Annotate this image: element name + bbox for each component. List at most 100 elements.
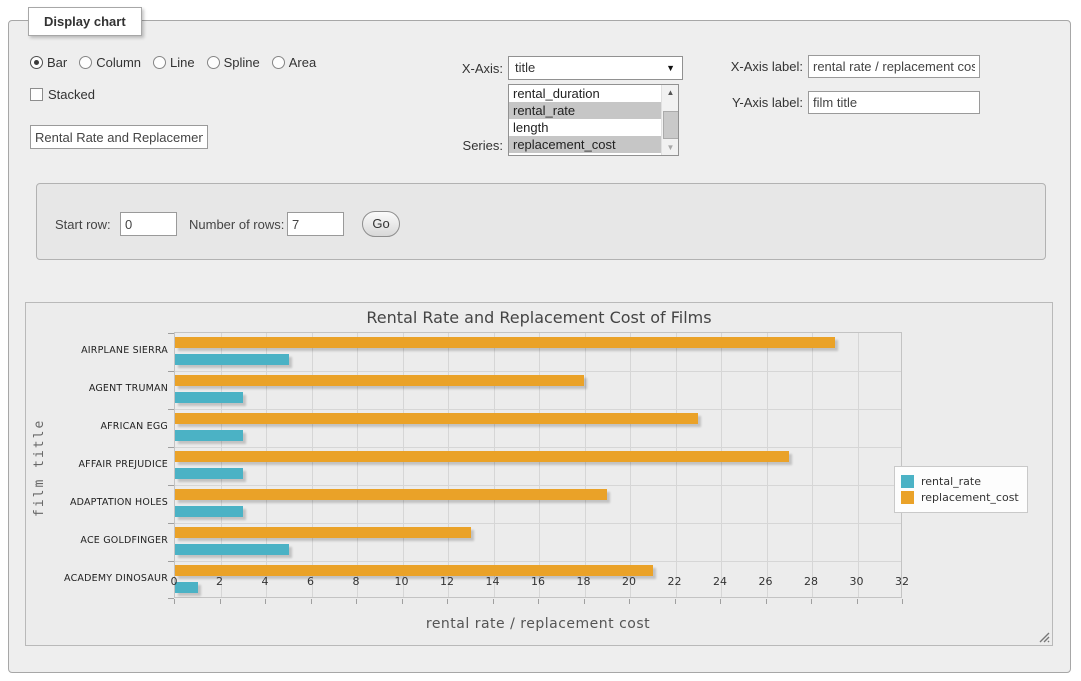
chart-title: Rental Rate and Replacement Cost of Film… (26, 308, 1052, 327)
gridline (175, 409, 901, 410)
y-tick-mark (168, 409, 174, 410)
x-axis-select-label: X-Axis: (425, 61, 503, 76)
legend-swatch-icon (901, 491, 914, 504)
scroll-up-icon[interactable]: ▲ (662, 85, 679, 100)
gridline (175, 561, 901, 562)
x-tick-mark (265, 599, 266, 604)
chart-title-input[interactable] (30, 125, 208, 149)
stacked-checkbox-row[interactable]: Stacked (30, 87, 95, 102)
x-tick-mark (220, 599, 221, 604)
gridline (630, 333, 631, 597)
panel-title: Display chart (28, 7, 142, 36)
radio-button-icon[interactable] (153, 56, 166, 69)
radio-line[interactable]: Line (153, 55, 195, 70)
x-tick-mark (811, 599, 812, 604)
y-tick-mark (168, 333, 174, 334)
gridline (767, 333, 768, 597)
x-tick-label: 22 (655, 575, 695, 588)
legend-swatch-icon (901, 475, 914, 488)
gridline (403, 333, 404, 597)
y-category-label: AFRICAN EGG (48, 421, 168, 432)
number-of-rows-label: Number of rows: (189, 217, 284, 232)
resize-grip[interactable] (1039, 632, 1050, 643)
bar-rental_rate (175, 392, 243, 403)
bar-replacement_cost (175, 413, 698, 424)
gridline (721, 333, 722, 597)
series-option-length[interactable]: length (509, 119, 661, 136)
x-tick-label: 32 (882, 575, 922, 588)
x-tick-label: 20 (609, 575, 649, 588)
x-tick-mark (857, 599, 858, 604)
x-axis-label-input[interactable] (808, 55, 980, 78)
x-tick-mark (902, 599, 903, 604)
bar-replacement_cost (175, 489, 607, 500)
y-category-label: AGENT TRUMAN (48, 383, 168, 394)
scrollbar-thumb[interactable] (663, 111, 679, 139)
series-list-label: Series: (425, 138, 503, 153)
x-tick-label: 4 (245, 575, 285, 588)
gridline (448, 333, 449, 597)
gridline (585, 333, 586, 597)
radio-label: Column (96, 55, 141, 70)
radio-label: Area (289, 55, 316, 70)
gridline (494, 333, 495, 597)
y-axis-label-input[interactable] (808, 91, 980, 114)
x-tick-label: 18 (564, 575, 604, 588)
plot-grid (174, 332, 902, 598)
gridline (676, 333, 677, 597)
gridline (312, 333, 313, 597)
gridline (175, 447, 901, 448)
y-tick-mark (168, 447, 174, 448)
series-multiselect[interactable]: rental_durationrental_ratelengthreplacem… (508, 84, 679, 156)
x-tick-mark (447, 599, 448, 604)
bar-replacement_cost (175, 527, 471, 538)
series-scrollbar[interactable]: ▲ ▼ (661, 85, 678, 155)
x-axis-select[interactable]: title ▼ (508, 56, 683, 80)
chart-legend: rental_ratereplacement_cost (894, 466, 1028, 513)
y-tick-mark (168, 485, 174, 486)
stacked-checkbox[interactable] (30, 88, 43, 101)
chevron-down-icon: ▼ (666, 64, 675, 73)
x-axis-label-caption: X-Axis label: (718, 59, 803, 74)
x-tick-mark (311, 599, 312, 604)
y-category-label: AIRPLANE SIERRA (48, 345, 168, 356)
x-tick-mark (584, 599, 585, 604)
y-category-label: ACADEMY DINOSAUR (48, 573, 168, 584)
series-option-rental_duration[interactable]: rental_duration (509, 85, 661, 102)
radio-spline[interactable]: Spline (207, 55, 260, 70)
gridline (175, 485, 901, 486)
radio-area[interactable]: Area (272, 55, 316, 70)
gridline (175, 523, 901, 524)
gridline (539, 333, 540, 597)
x-tick-mark (766, 599, 767, 604)
bar-replacement_cost (175, 451, 789, 462)
go-button[interactable]: Go (362, 211, 400, 237)
y-tick-mark (168, 523, 174, 524)
radio-label: Spline (224, 55, 260, 70)
series-option-replacement_cost[interactable]: replacement_cost (509, 136, 661, 153)
radio-button-icon[interactable] (272, 56, 285, 69)
radio-column[interactable]: Column (79, 55, 141, 70)
bar-rental_rate (175, 468, 243, 479)
radio-button-icon[interactable] (207, 56, 220, 69)
radio-button-icon[interactable] (79, 56, 92, 69)
radio-button-icon[interactable] (30, 56, 43, 69)
y-axis-label-caption: Y-Axis label: (718, 95, 803, 110)
series-option-rental_rate[interactable]: rental_rate (509, 102, 661, 119)
x-tick-label: 8 (336, 575, 376, 588)
x-tick-mark (538, 599, 539, 604)
legend-label: rental_rate (921, 475, 981, 488)
chart-type-radios: Bar Column Line Spline Area (30, 55, 322, 70)
y-category-label: AFFAIR PREJUDICE (48, 459, 168, 470)
x-tick-label: 30 (837, 575, 877, 588)
scroll-down-icon[interactable]: ▼ (662, 140, 679, 155)
start-row-input[interactable] (120, 212, 177, 236)
stacked-label: Stacked (48, 87, 95, 102)
x-tick-mark (720, 599, 721, 604)
y-tick-mark (168, 561, 174, 562)
radio-bar[interactable]: Bar (30, 55, 67, 70)
x-tick-mark (402, 599, 403, 604)
row-controls-panel (36, 183, 1046, 260)
number-of-rows-input[interactable] (287, 212, 344, 236)
x-tick-label: 12 (427, 575, 467, 588)
